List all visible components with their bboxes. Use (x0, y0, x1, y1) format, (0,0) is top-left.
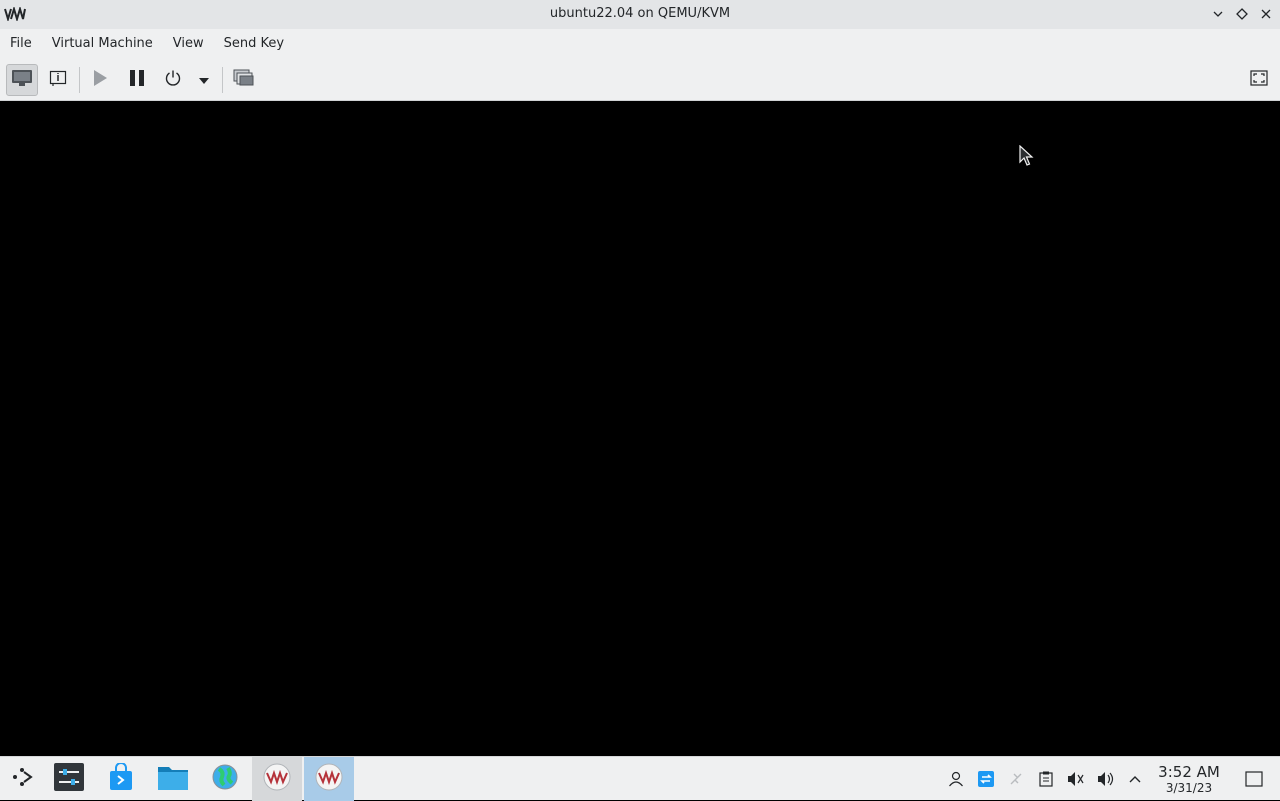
run-button[interactable] (84, 64, 116, 96)
system-settings-task[interactable] (44, 757, 94, 801)
settings-icon (54, 763, 84, 795)
vm-viewer-task[interactable] (304, 757, 354, 801)
pause-icon (129, 69, 145, 91)
shutdown-menu-button[interactable] (189, 64, 219, 96)
network-icon[interactable] (1006, 769, 1026, 789)
menu-view[interactable]: View (163, 29, 214, 59)
chevron-up-icon[interactable] (1125, 769, 1145, 789)
fullscreen-icon (1250, 70, 1268, 90)
mouse-pointer-icon (1019, 144, 1035, 171)
info-icon (49, 69, 67, 91)
chevron-down-icon (199, 73, 209, 88)
globe-icon (211, 763, 239, 795)
folder-icon (157, 763, 189, 795)
close-icon[interactable] (1256, 4, 1276, 24)
monitor-icon (11, 69, 33, 91)
store-icon (107, 762, 135, 795)
taskbar: 3:52 AM 3/31/23 (0, 756, 1280, 801)
fullscreen-button[interactable] (1243, 64, 1275, 96)
discover-task[interactable] (96, 757, 146, 801)
clock-date: 3/31/23 (1165, 781, 1213, 795)
toolbar (0, 59, 1280, 101)
virt-manager-icon (315, 763, 343, 795)
clipboard-icon[interactable] (1036, 769, 1056, 789)
virt-manager-task[interactable] (252, 757, 302, 801)
digital-clock[interactable]: 3:52 AM 3/31/23 (1154, 763, 1224, 795)
vm-console-display[interactable] (0, 101, 1280, 756)
user-icon[interactable] (946, 769, 966, 789)
shutdown-button[interactable] (157, 64, 189, 96)
audio-muted-icon[interactable] (1066, 769, 1086, 789)
clock-time: 3:52 AM (1158, 763, 1220, 781)
window-titlebar[interactable]: ubuntu22.04 on QEMU/KVM (0, 0, 1280, 29)
minimize-icon[interactable] (1208, 4, 1228, 24)
virt-manager-icon (263, 763, 291, 795)
toolbar-separator (222, 67, 223, 93)
show-desktop-icon[interactable] (1244, 769, 1264, 789)
details-view-button[interactable] (42, 64, 74, 96)
console-view-button[interactable] (6, 64, 38, 96)
browser-task[interactable] (200, 757, 250, 801)
menubar: File Virtual Machine View Send Key (0, 29, 1280, 59)
pause-button[interactable] (121, 64, 153, 96)
menu-send-key[interactable]: Send Key (214, 29, 294, 59)
snapshots-icon (233, 69, 255, 91)
maximize-icon[interactable] (1232, 4, 1252, 24)
snapshots-button[interactable] (228, 64, 260, 96)
toolbar-separator (79, 67, 80, 93)
window-title: ubuntu22.04 on QEMU/KVM (549, 6, 731, 21)
update-icon[interactable] (976, 769, 996, 789)
menu-file[interactable]: File (0, 29, 42, 59)
volume-icon[interactable] (1096, 769, 1116, 789)
power-icon (164, 69, 182, 91)
menu-virtual-machine[interactable]: Virtual Machine (42, 29, 163, 59)
app-launcher-button[interactable] (0, 757, 44, 801)
file-manager-task[interactable] (148, 757, 198, 801)
app-launcher-icon (10, 765, 34, 793)
play-icon (92, 69, 108, 91)
